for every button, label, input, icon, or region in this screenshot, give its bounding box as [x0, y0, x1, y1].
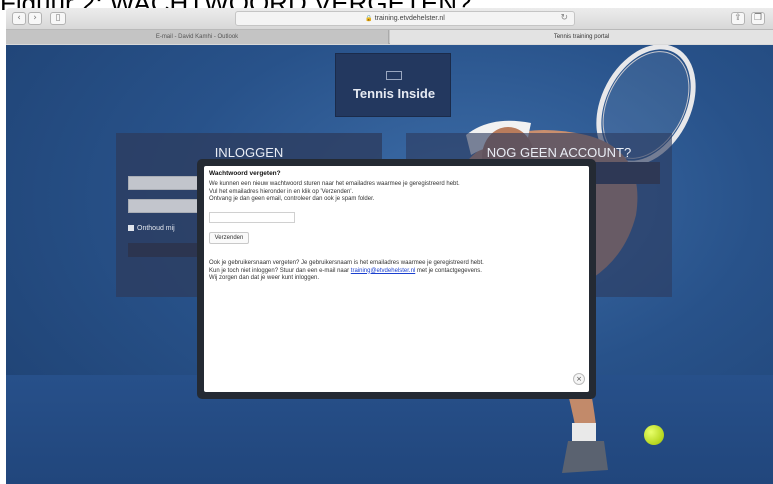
sidebar-icon: ▯: [55, 13, 61, 23]
lock-icon: 🔒: [365, 15, 373, 22]
address-bar[interactable]: 🔒 training.etvdehelster.nl ↻: [235, 11, 575, 26]
intro-line: We kunnen een nieuw wachtwoord sturen na…: [209, 181, 460, 187]
sidebar-button[interactable]: ▯: [50, 12, 66, 25]
close-button[interactable]: ×: [573, 373, 585, 385]
username-help: Ook je gebruikersnaam vergeten? Je gebru…: [209, 260, 484, 283]
contact-prefix: Kun je toch niet inloggen? Stuur dan een…: [209, 267, 350, 274]
remember-label: Onthoud mij: [137, 225, 175, 232]
login-button[interactable]: [128, 243, 208, 257]
browser-window: ‹ › ▯ 🔒 training.etvdehelster.nl ↻ ⇪ ❐ E-…: [6, 8, 773, 484]
court-icon: [386, 71, 402, 80]
chevron-right-icon: ›: [33, 13, 37, 23]
intro-line: Ontvang je dan geen email, controleer da…: [209, 196, 375, 202]
help-line: Kun je toch niet inloggen? Stuur dan een…: [209, 268, 484, 276]
forward-button[interactable]: ›: [28, 12, 42, 25]
tab-tennis-portal[interactable]: Tennis training portal: [390, 30, 773, 44]
tab-bar: E-mail - David Kamhi - Outlook Tennis tr…: [6, 30, 773, 44]
back-button[interactable]: ‹: [12, 12, 26, 25]
help-line: Ook je gebruikersnaam vergeten? Je gebru…: [209, 260, 484, 266]
password-input[interactable]: [128, 199, 204, 213]
register-title: NOG GEEN ACCOUNT?: [486, 145, 632, 160]
help-line: Wij zorgen dan dat je weer kunt inloggen…: [209, 275, 320, 281]
address-text: training.etvdehelster.nl: [374, 15, 445, 22]
tabs-button[interactable]: ❐: [751, 12, 765, 25]
username-input[interactable]: [128, 176, 204, 190]
browser-toolbar: ‹ › ▯ 🔒 training.etvdehelster.nl ↻ ⇪ ❐: [6, 8, 773, 30]
email-input[interactable]: [209, 212, 295, 223]
reload-icon[interactable]: ↻: [560, 12, 568, 25]
tabs-icon: ❐: [753, 13, 763, 23]
intro-line: Vul het emailadres hieronder in en klik …: [209, 188, 354, 195]
site-logo[interactable]: Tennis Inside: [335, 53, 451, 117]
tennis-ball-image: [644, 425, 664, 445]
register-button[interactable]: [592, 162, 660, 184]
contact-suffix: met je contactgegevens.: [416, 267, 482, 274]
dialog-title: Wachtwoord vergeten?: [209, 170, 281, 177]
chevron-left-icon: ‹: [17, 13, 21, 23]
close-icon: ×: [576, 375, 582, 383]
checkbox-icon: [128, 225, 134, 232]
share-icon: ⇪: [734, 13, 742, 23]
submit-button[interactable]: Verzenden: [209, 232, 249, 244]
tab-outlook[interactable]: E-mail - David Kamhi - Outlook: [6, 30, 389, 44]
contact-email-link[interactable]: training@etvdehelster.nl: [351, 268, 415, 274]
page-viewport: Tennis Inside INLOGGEN Onthoud mij NOG G…: [6, 45, 773, 484]
forgot-password-dialog: Wachtwoord vergeten? We kunnen een nieuw…: [197, 159, 596, 399]
remember-me[interactable]: Onthoud mij: [128, 225, 175, 232]
dialog-content: Wachtwoord vergeten? We kunnen een nieuw…: [204, 166, 589, 392]
share-button[interactable]: ⇪: [731, 12, 745, 25]
logo-text: Tennis Inside: [352, 86, 436, 101]
login-title: INLOGGEN: [214, 145, 284, 160]
dialog-intro: We kunnen een nieuw wachtwoord sturen na…: [209, 181, 460, 204]
